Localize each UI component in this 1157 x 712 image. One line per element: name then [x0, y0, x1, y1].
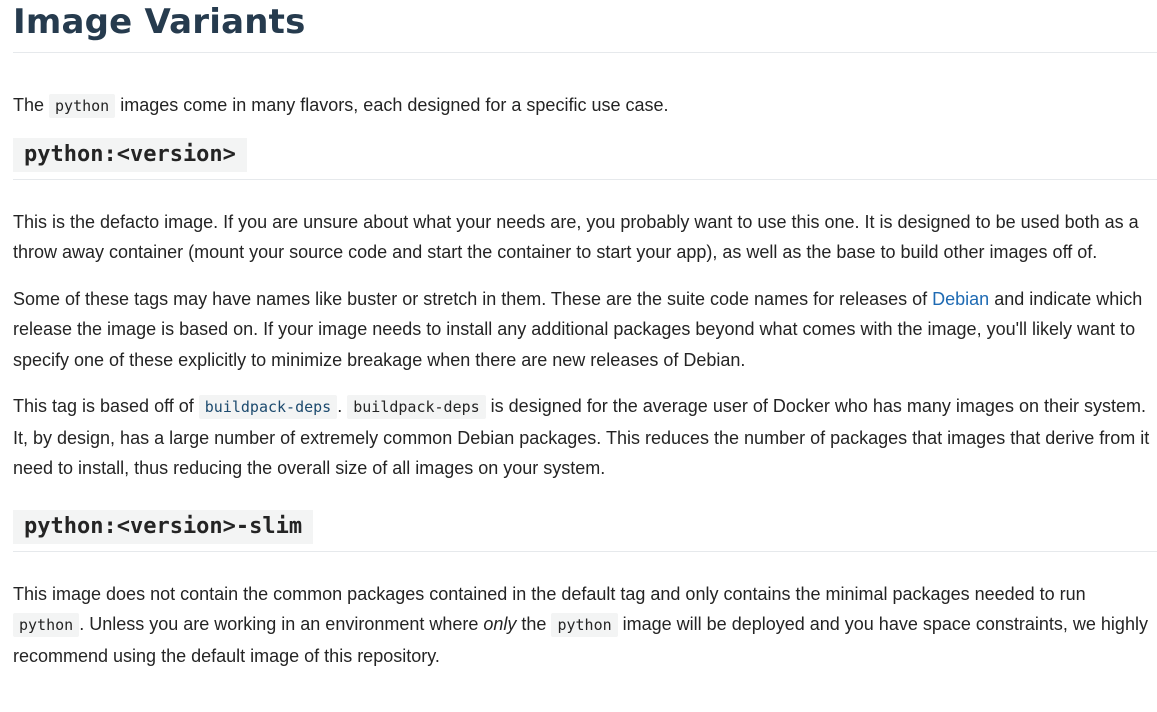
inline-code-python: python [49, 94, 116, 118]
p2-text-pre: Some of these tags may have names like b… [13, 288, 933, 309]
slim-text-pre: This image does not contain the common p… [13, 583, 1086, 604]
section-heading-version: python:<version> [13, 137, 247, 172]
slim-text-mid1: . Unless you are working in an environme… [79, 614, 484, 634]
inline-code-buildpack-deps: buildpack-deps [347, 395, 486, 419]
emphasis-only: only [483, 614, 517, 634]
version-paragraph-2: Some of these tags may have names like b… [13, 284, 1157, 376]
page-title: Image Variants [13, 0, 1157, 53]
version-paragraph-1: This is the defacto image. If you are un… [13, 211, 1139, 263]
section-heading-slim: python:<version>-slim [13, 509, 314, 544]
buildpack-deps-link[interactable]: buildpack-deps [198, 395, 338, 419]
inline-code-python-1: python [13, 613, 80, 637]
version-paragraph-3: This tag is based off of buildpack-deps.… [13, 391, 1157, 484]
slim-text-mid2: the [516, 614, 552, 634]
p3-text-mid: . [337, 396, 348, 416]
section-heading-slim-wrap: python:<version>-slim [13, 509, 1157, 552]
p3-text-pre: This tag is based off of [13, 396, 199, 416]
section-heading-version-wrap: python:<version> [13, 137, 1157, 180]
intro-text-post: images come in many flavors, each design… [115, 95, 669, 115]
slim-paragraph: This image does not contain the common p… [13, 579, 1157, 672]
intro-text-pre: The [13, 95, 50, 115]
readme-content: Image Variants The python images come in… [0, 0, 1157, 671]
inline-code-python-2: python [551, 613, 618, 637]
debian-link[interactable]: Debian [932, 289, 989, 309]
intro-paragraph: The python images come in many flavors, … [13, 90, 1157, 122]
